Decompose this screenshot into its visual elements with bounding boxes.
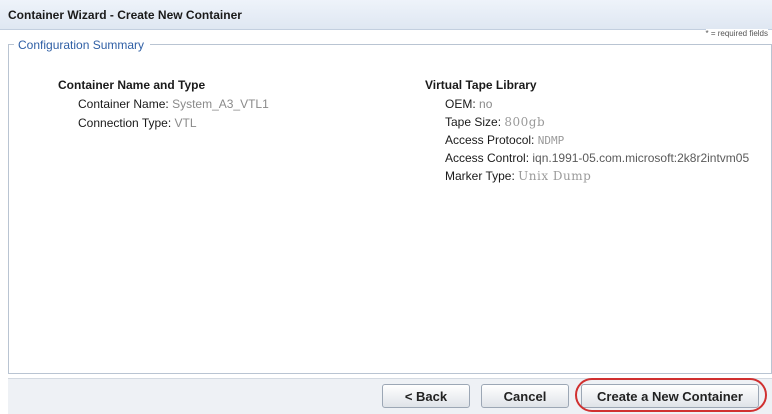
field-value: iqn.1991-05.com.microsoft:2k8r2intvm05 (532, 151, 750, 165)
back-button[interactable]: < Back (382, 384, 470, 408)
field-label: OEM: (445, 97, 476, 111)
marker-type-row: Marker Type: Unix Dump (445, 169, 591, 183)
container-section-heading: Container Name and Type (58, 78, 206, 92)
connection-type-row: Connection Type: VTL (78, 116, 197, 130)
field-value: VTL (174, 116, 197, 130)
required-fields-note: * = required fields (705, 29, 768, 38)
field-label: Connection Type: (78, 116, 172, 130)
access-protocol-row: Access Protocol: NDMP (445, 133, 564, 147)
field-value: Unix Dump (518, 169, 592, 183)
oem-row: OEM: no (445, 97, 492, 111)
tape-size-row: Tape Size: 800gb (445, 115, 545, 129)
access-control-row: Access Control: iqn.1991-05.com.microsof… (445, 151, 749, 165)
cancel-button[interactable]: Cancel (481, 384, 569, 408)
field-value: NDMP (537, 134, 565, 147)
field-value: no (479, 97, 493, 111)
field-label: Container Name: (78, 97, 169, 111)
field-value: System_A3_VTL1 (172, 97, 269, 111)
vtl-section-heading: Virtual Tape Library (425, 78, 537, 92)
field-label: Tape Size: (445, 115, 502, 129)
field-label: Access Control: (445, 151, 530, 165)
highlight-ring (575, 378, 767, 412)
container-name-row: Container Name: System_A3_VTL1 (78, 97, 269, 111)
field-label: Marker Type: (445, 169, 515, 183)
wizard-titlebar: Container Wizard - Create New Container (0, 0, 772, 30)
panel-border (150, 44, 772, 45)
configuration-summary-panel (8, 44, 772, 374)
window-title: Container Wizard - Create New Container (8, 8, 242, 22)
panel-legend: Configuration Summary (16, 38, 147, 52)
field-label: Access Protocol: (445, 133, 535, 147)
panel-border (8, 44, 14, 45)
field-value: 800gb (504, 115, 546, 129)
